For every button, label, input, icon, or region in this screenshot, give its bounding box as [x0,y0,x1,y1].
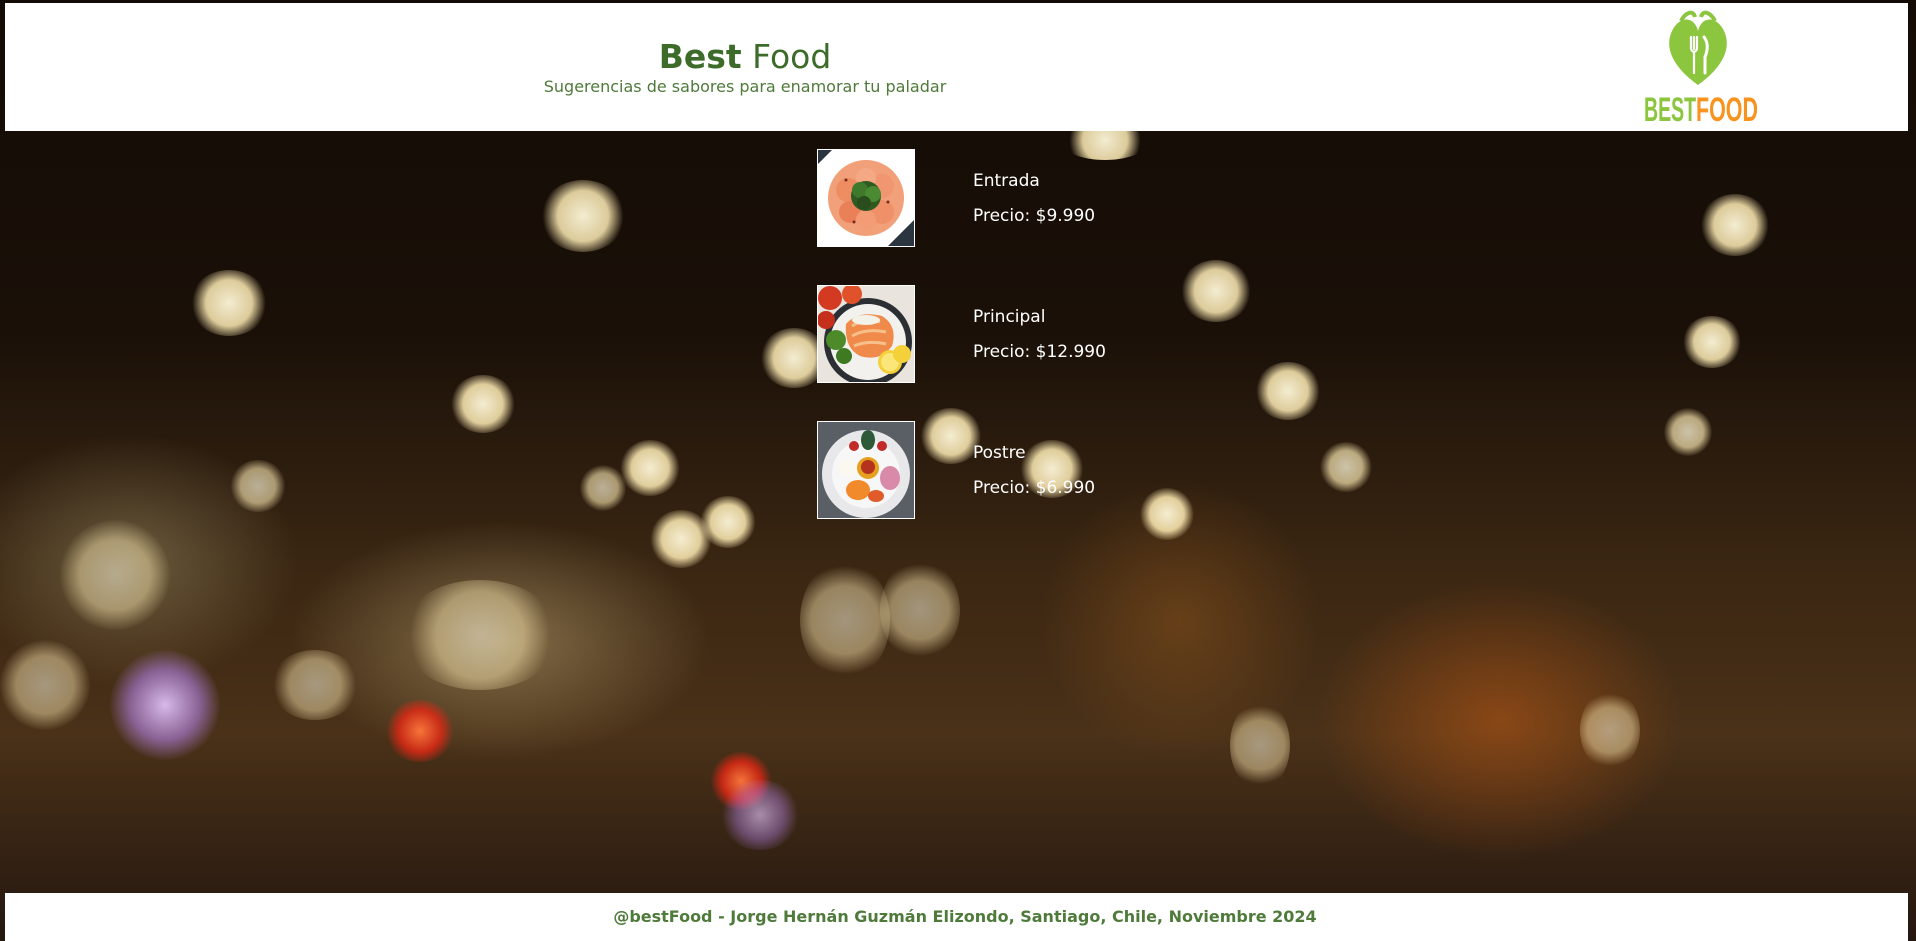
site-footer: @bestFood - Jorge Hernán Guzmán Elizondo… [5,893,1908,941]
page: Best Food Sugerencias de sabores para en… [0,0,1916,941]
site-header: Best Food Sugerencias de sabores para en… [5,3,1908,131]
price-value: $12.990 [1035,342,1106,362]
price-value: $6.990 [1035,478,1096,498]
postre-image[interactable] [817,421,915,519]
site-subtitle: Sugerencias de sabores para enamorar tu … [543,77,947,96]
restaurant-background-image [0,0,1916,941]
entrada-image[interactable] [817,149,915,247]
site-title-food: Food [752,37,832,76]
principal-image[interactable] [817,285,915,383]
menu-item-price: Precio: $6.990 [973,478,1095,498]
menu-item-price: Precio: $12.990 [973,342,1106,362]
site-title: Best Food [5,37,1485,77]
price-label: Precio: [973,478,1031,498]
footer-credits: @bestFood - Jorge Hernán Guzmán Elizondo… [613,907,1317,926]
heart-fork-knife-icon [1669,10,1727,85]
menu-item-name: Principal [973,307,1046,327]
menu-item-name: Entrada [973,171,1040,191]
price-label: Precio: [973,342,1031,362]
bestfood-logo: BEST FOOD [1644,10,1758,125]
site-title-best: Best [658,37,742,76]
price-label: Precio: [973,206,1031,226]
price-value: $9.990 [1035,206,1096,226]
menu-item-name: Postre [973,443,1026,463]
menu-item-price: Precio: $9.990 [973,206,1095,226]
svg-text:BEST: BEST [1644,91,1696,125]
svg-text:FOOD: FOOD [1696,91,1758,125]
